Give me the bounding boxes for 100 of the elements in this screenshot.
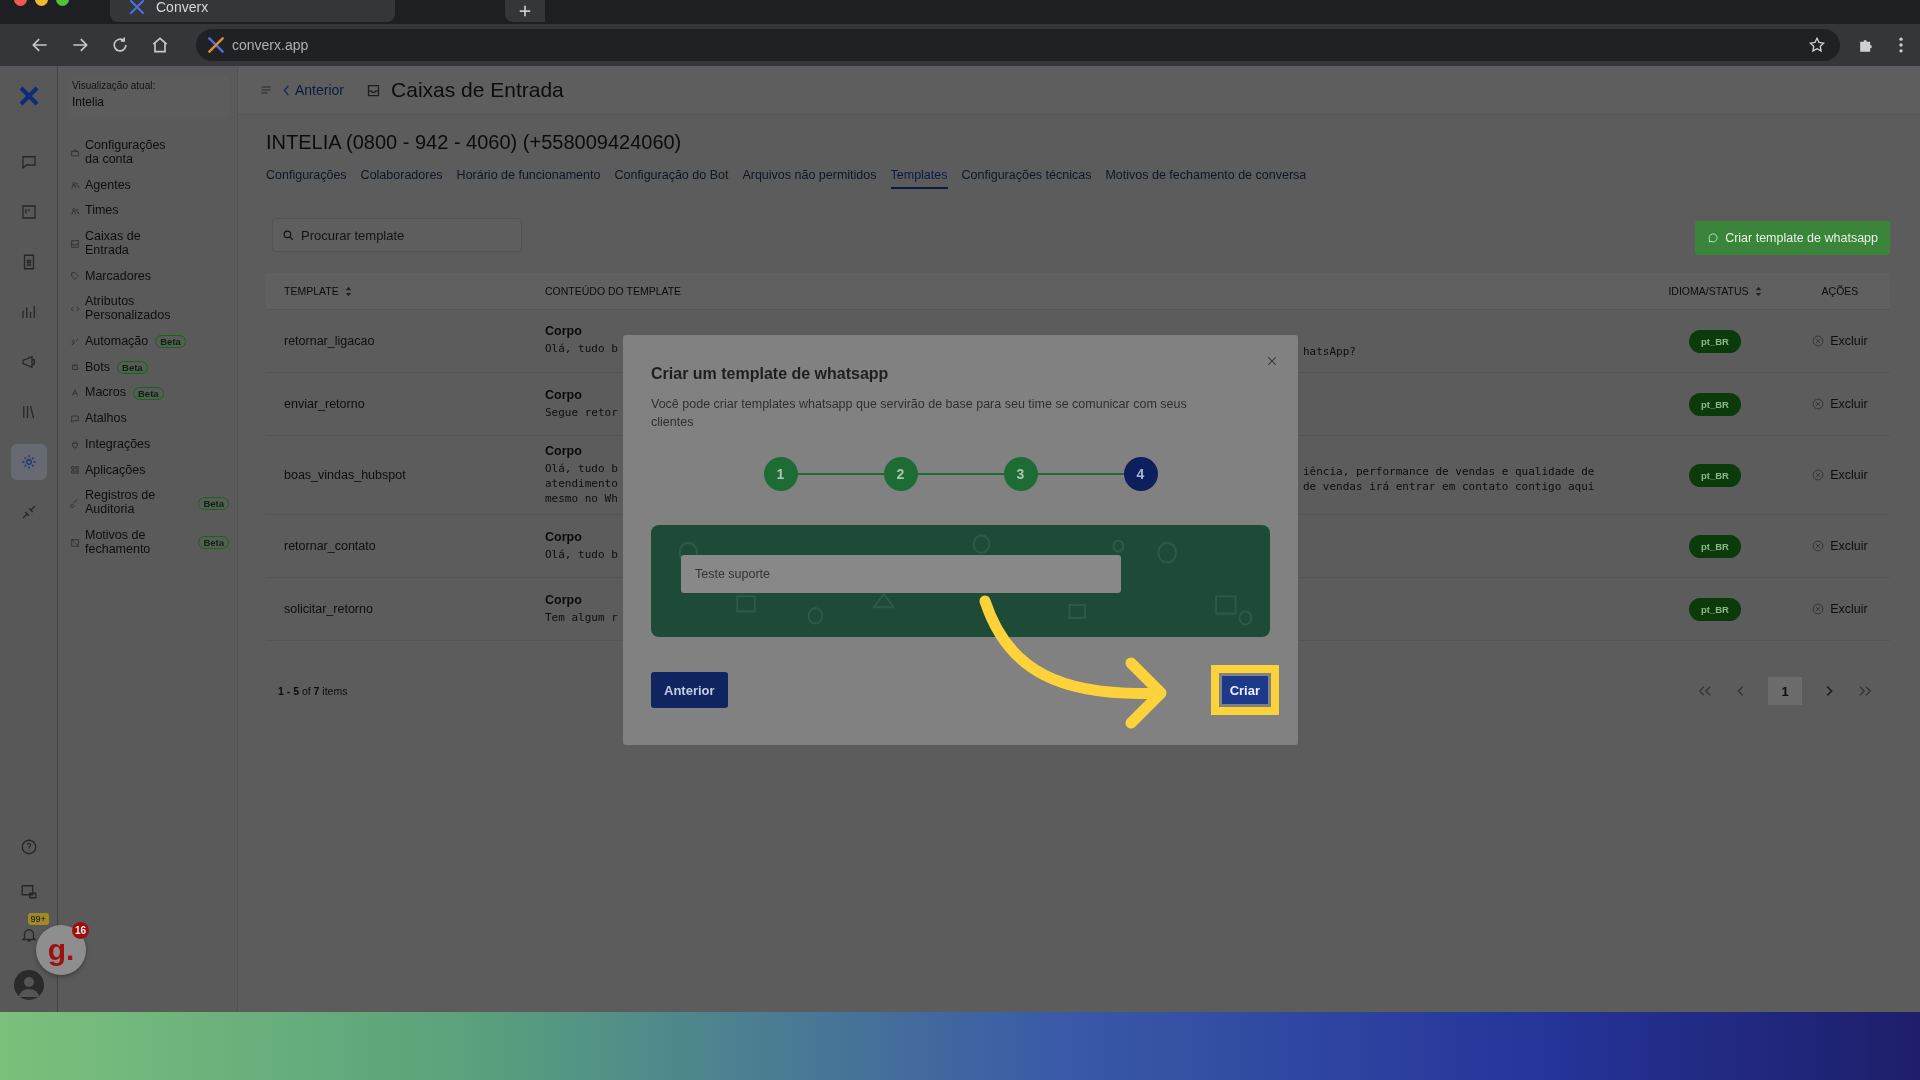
chat-glyph-icon xyxy=(19,153,38,171)
dialog-title: Criar um template de whatsapp xyxy=(651,365,890,383)
inbox-icon xyxy=(70,238,80,249)
new-tab-button[interactable] xyxy=(505,0,545,22)
search-field[interactable]: Procurar template xyxy=(272,218,522,252)
column-header: IDIOMA/STATUS xyxy=(1668,285,1749,297)
template-name: boas_vindas_hubspot xyxy=(284,468,406,482)
body-text: Tem algum r xyxy=(545,610,619,625)
sidebar-item[interactable]: Motivos de fechamento xyxy=(85,528,177,557)
circle-x-icon xyxy=(1812,469,1825,481)
delete-link[interactable]: Excluir xyxy=(1812,602,1868,616)
back-link[interactable]: Anterior xyxy=(282,82,345,98)
tab[interactable]: Configuração do Bot xyxy=(614,168,729,189)
delete-link[interactable]: Excluir xyxy=(1812,334,1868,348)
sidebar-item[interactable]: Automação xyxy=(85,334,149,349)
create-button[interactable]: Criar xyxy=(1221,676,1268,704)
create-template-button[interactable]: Criar template de whatsapp xyxy=(1695,221,1890,255)
language-tag: pt_BR xyxy=(1689,534,1741,558)
body-text: de vendas irá entrar em contato contigo aqui xyxy=(1303,479,1595,494)
tag-icon xyxy=(70,271,80,282)
bookmark-star-icon[interactable] xyxy=(1808,36,1826,54)
sidebar-item[interactable]: Configurações da conta xyxy=(85,139,177,167)
body-label: Corpo xyxy=(545,444,583,458)
template-name: enviar_retorno xyxy=(284,397,365,411)
sidebar-item[interactable]: Agentes xyxy=(85,178,131,193)
sidebar-item[interactable]: Aplicações xyxy=(85,463,146,478)
circle-x-icon xyxy=(1812,335,1825,347)
circle-x-icon xyxy=(1812,398,1825,410)
step-indicator: 4 xyxy=(1123,457,1158,491)
reload-icon xyxy=(110,35,130,55)
menu-icon[interactable] xyxy=(1898,35,1904,55)
sidebar-item[interactable]: Bots xyxy=(85,360,110,375)
x-logo-icon xyxy=(206,35,226,55)
language-tag: pt_BR xyxy=(1689,392,1741,416)
tab[interactable]: Colaboradores xyxy=(360,168,443,189)
sort-icon[interactable] xyxy=(1754,285,1762,297)
step-indicator: 3 xyxy=(1003,457,1038,491)
people-icon xyxy=(70,180,80,191)
language-tag: pt_BR xyxy=(1689,463,1741,487)
key-icon xyxy=(70,498,80,508)
dialog-description: Você pode criar templates whatsapp que servirão de base para seu time se comunicar com seus clientes xyxy=(651,396,1188,431)
tab[interactable]: Motivos de fechamento de conversa xyxy=(1105,168,1307,189)
sidebar-item[interactable]: Atalhos xyxy=(85,412,127,426)
delete-link[interactable]: Excluir xyxy=(1812,539,1868,553)
help-icon[interactable] xyxy=(19,838,38,856)
column-header: CONTEÚDO DO TEMPLATE xyxy=(545,285,682,297)
circle-x-icon xyxy=(1812,540,1825,552)
avatar[interactable] xyxy=(13,970,44,1000)
sidebar-item[interactable]: Caixas de Entrada xyxy=(85,230,177,258)
body-text: Olá, tudo b xyxy=(545,461,619,476)
sidebar-item[interactable]: Integrações xyxy=(85,437,151,452)
sidebar-item[interactable]: Atributos Personalizados xyxy=(85,295,177,323)
browser-tab[interactable]: Converx xyxy=(110,0,395,22)
sidebar-item[interactable]: Registros de Auditoria xyxy=(85,489,177,517)
apps-icon xyxy=(70,465,80,476)
plug-icon xyxy=(70,439,80,450)
step-indicator: 1 xyxy=(763,457,798,491)
body-label: Corpo xyxy=(545,530,583,544)
tab[interactable]: Configurações xyxy=(266,168,347,189)
body-text: Olá, tudo b xyxy=(545,340,619,356)
sidebar-item[interactable]: Times xyxy=(85,204,119,218)
news-icon[interactable] xyxy=(19,882,38,900)
inbox-title: INTELIA (0800 - 942 - 4060) (+558009424060) xyxy=(266,131,683,154)
language-tag: pt_BR xyxy=(1689,329,1741,353)
briefcase-icon xyxy=(70,147,80,158)
body-text: mesmo no Wh xyxy=(545,491,619,506)
body-text: Segue retor xyxy=(545,405,619,420)
tab[interactable]: Templates xyxy=(890,168,948,189)
whatsapp-icon xyxy=(1707,232,1720,244)
delete-link[interactable]: Excluir xyxy=(1812,397,1868,411)
tab[interactable]: Horário de funcionamento xyxy=(456,168,601,189)
code-icon xyxy=(70,304,80,314)
body-label: Corpo xyxy=(545,388,583,402)
circle-x-icon xyxy=(1812,603,1825,615)
column-header: AÇÕES xyxy=(1821,285,1859,297)
sidebar-item[interactable]: Marcadores xyxy=(85,269,151,284)
chevron-left-icon xyxy=(282,83,290,97)
body-text: iência, performance de vendas e qualidade de xyxy=(1303,464,1595,479)
home-icon xyxy=(150,35,170,55)
delete-link[interactable]: Excluir xyxy=(1812,468,1868,482)
close-icon[interactable] xyxy=(1266,355,1278,367)
sidebar-item[interactable]: Macros xyxy=(85,386,126,400)
sort-icon[interactable] xyxy=(344,285,352,297)
tab[interactable]: Configurações técnicas xyxy=(961,168,1092,189)
address-bar[interactable]: converx.app xyxy=(196,29,1840,61)
message-bubble: Teste suporte xyxy=(681,555,1121,593)
body-label: Corpo xyxy=(545,323,583,338)
account-name: Intelia xyxy=(72,95,106,109)
body-label: Corpo xyxy=(545,593,583,607)
people-icon xyxy=(70,206,80,217)
body-text: Olá, tudo b xyxy=(545,547,619,562)
step-indicator: 2 xyxy=(883,457,918,491)
settings-icon[interactable] xyxy=(10,444,47,480)
tab[interactable]: Arquivos não permitidos xyxy=(742,168,877,189)
inbox-icon xyxy=(366,82,382,98)
page-button[interactable]: 1 xyxy=(1768,677,1802,705)
plus-icon xyxy=(518,4,532,18)
campaigns-glyph-icon xyxy=(19,353,38,371)
previous-button[interactable]: Anterior xyxy=(651,672,728,708)
bell-icon[interactable] xyxy=(19,926,38,944)
